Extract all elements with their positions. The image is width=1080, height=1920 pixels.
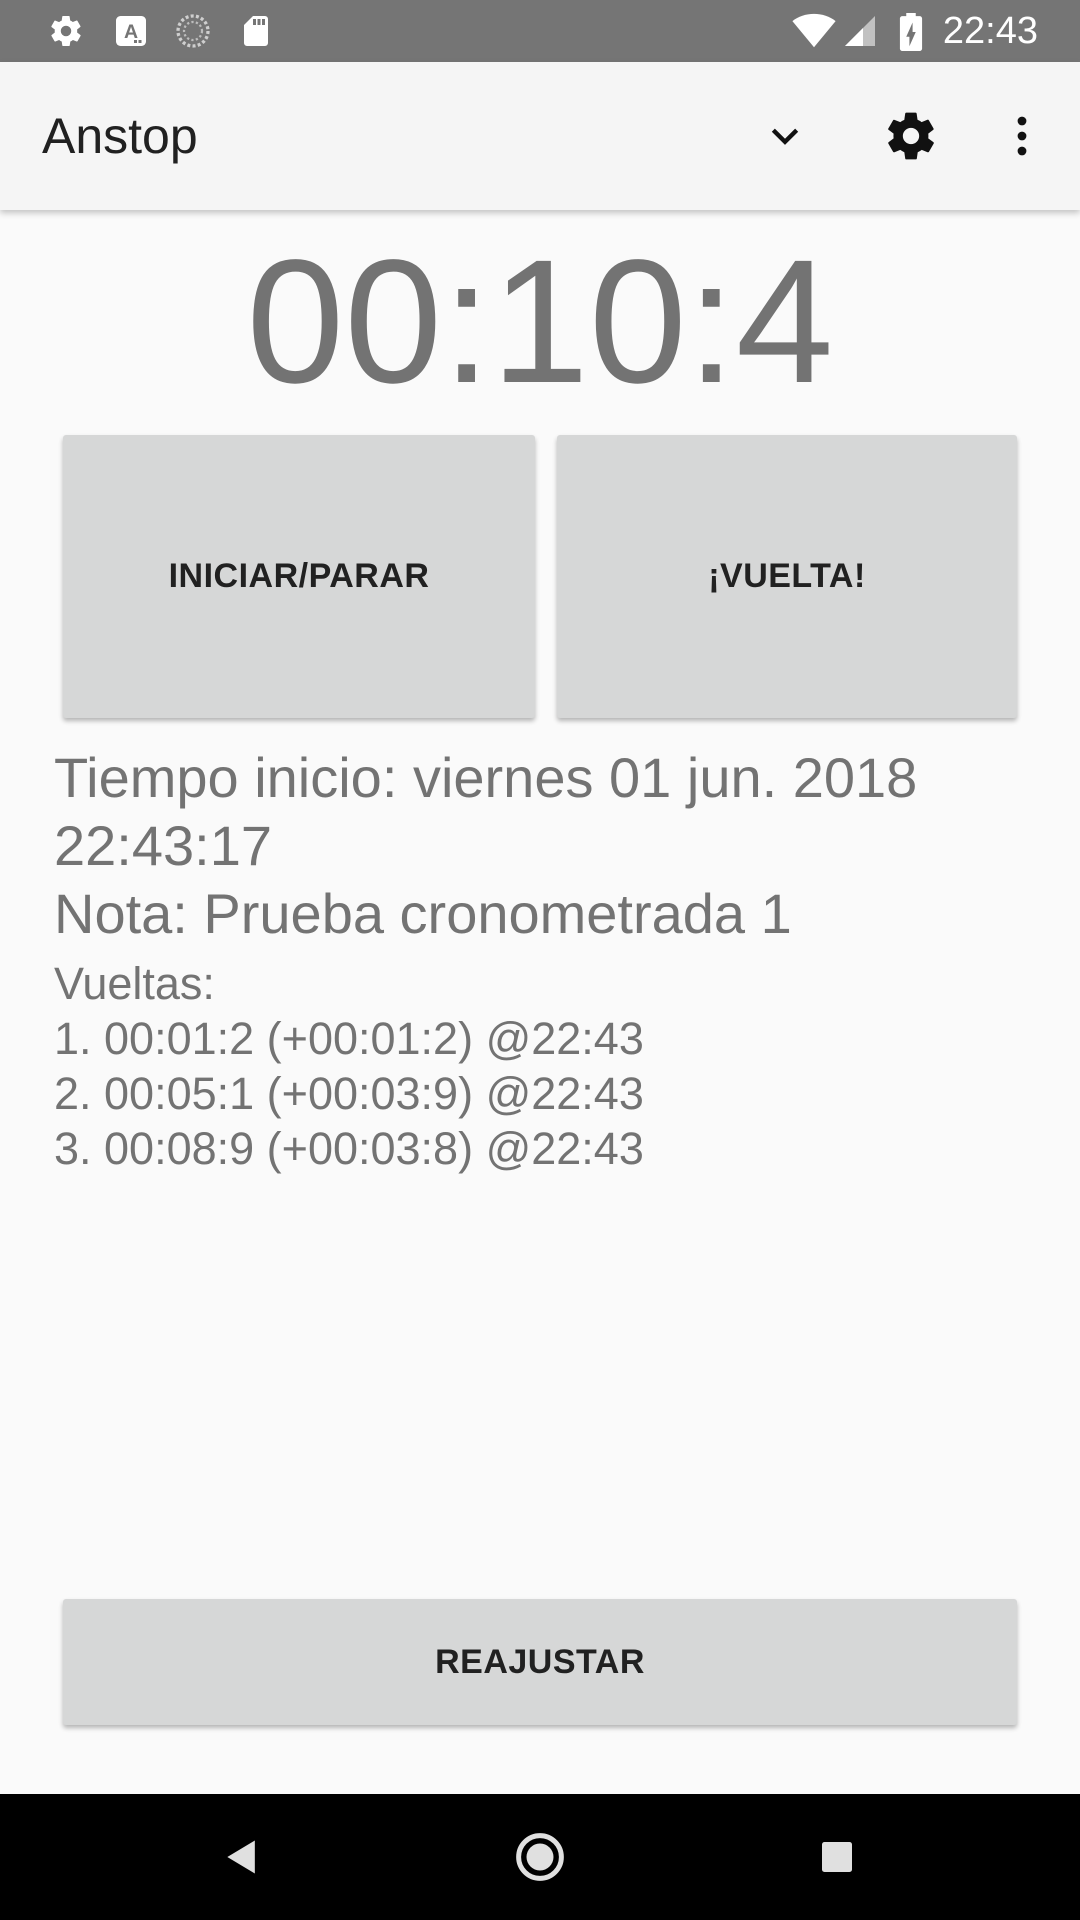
back-icon[interactable] bbox=[202, 1817, 282, 1897]
navigation-bar bbox=[0, 1794, 1080, 1920]
lap-button[interactable]: ¡VUELTA! bbox=[557, 435, 1017, 718]
app-title: Anstop bbox=[42, 108, 198, 164]
reset-button[interactable]: REAJUSTAR bbox=[63, 1599, 1017, 1725]
chevron-down-icon[interactable] bbox=[747, 98, 823, 174]
lap-item: 2. 00:05:1 (+00:03:9) @22:43 bbox=[54, 1068, 644, 1119]
gear-icon[interactable] bbox=[873, 98, 949, 174]
start-time-text: Tiempo inicio: viernes 01 jun. 2018 22:4… bbox=[54, 744, 1044, 880]
start-time-line1: Tiempo inicio: viernes 01 jun. 2018 bbox=[54, 746, 918, 809]
screen: A 22:43 Anstop 00:10:4 INICIAR/PARAR ¡VU… bbox=[0, 0, 1080, 1920]
wifi-icon bbox=[792, 13, 836, 49]
recents-icon[interactable] bbox=[797, 1817, 877, 1897]
signal-icon bbox=[842, 13, 878, 49]
more-vert-icon[interactable] bbox=[984, 98, 1060, 174]
start-stop-button[interactable]: INICIAR/PARAR bbox=[63, 435, 535, 718]
status-bar: A 22:43 bbox=[0, 0, 1080, 62]
note-text: Nota: Prueba cronometrada 1 bbox=[54, 882, 792, 945]
laps-list: Vueltas: 1. 00:01:2 (+00:01:2) @22:43 2.… bbox=[54, 956, 1044, 1176]
status-time: 22:43 bbox=[942, 10, 1038, 52]
svg-text:A: A bbox=[124, 21, 138, 43]
battery-charging-icon bbox=[898, 13, 924, 51]
timer-display: 00:10:4 bbox=[246, 224, 834, 420]
sync-circle-icon bbox=[175, 13, 211, 49]
sd-card-icon bbox=[238, 13, 274, 49]
lap-item: 1. 00:01:2 (+00:01:2) @22:43 bbox=[54, 1013, 644, 1064]
app-bar: Anstop bbox=[0, 62, 1080, 210]
lap-item: 3. 00:08:9 (+00:03:8) @22:43 bbox=[54, 1123, 644, 1174]
laps-label: Vueltas: bbox=[54, 958, 215, 1009]
settings-icon bbox=[48, 13, 84, 49]
text-a-icon: A bbox=[113, 13, 149, 49]
home-icon[interactable] bbox=[500, 1817, 580, 1897]
start-time-line2: 22:43:17 bbox=[54, 814, 272, 877]
